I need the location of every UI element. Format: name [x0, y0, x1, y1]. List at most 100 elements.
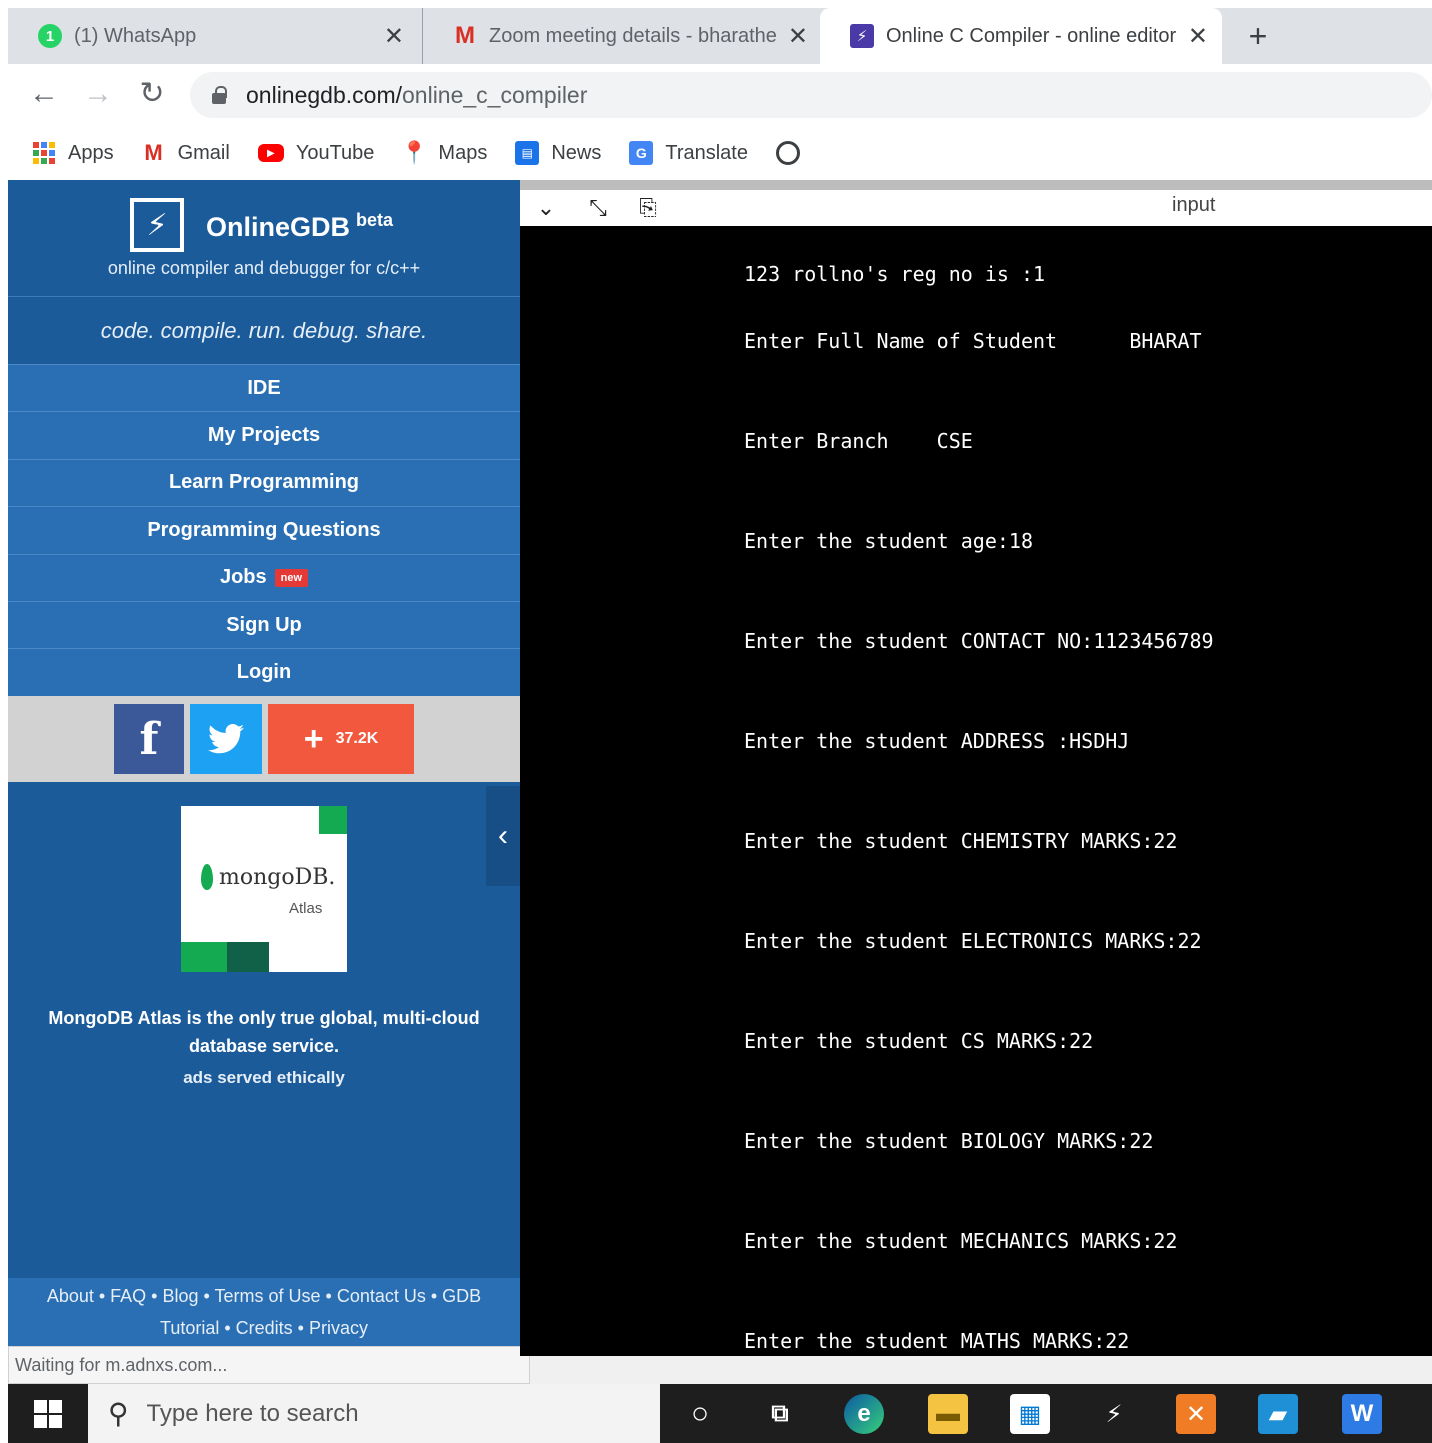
- console-line: Enter the student ADDRESS :HSDHJ: [744, 729, 1130, 753]
- bookmarks-bar: Apps M Gmail ▶ YouTube 📍 Maps ▤ News G T…: [8, 126, 1432, 180]
- address-bar[interactable]: onlinegdb.com/online_c_compiler: [190, 72, 1432, 118]
- sidebar-item-sign-up[interactable]: Sign Up: [8, 600, 520, 649]
- facebook-icon[interactable]: f: [114, 704, 184, 774]
- news-icon: ▤: [515, 141, 540, 165]
- sidebar-item-programming-questions[interactable]: Programming Questions: [8, 506, 520, 554]
- bookmark-apps[interactable]: Apps: [32, 141, 114, 165]
- taskbar-search-input[interactable]: ⚲ Type here to search: [88, 1384, 660, 1443]
- whatsapp-icon: 1: [38, 24, 62, 48]
- bookmark-gmail[interactable]: M Gmail: [142, 140, 230, 165]
- browser-status-bar: Waiting for m.adnxs.com...: [8, 1346, 530, 1384]
- app-icon[interactable]: ▰: [1258, 1394, 1298, 1434]
- brand-tagline: online compiler and debugger for c/c++: [107, 258, 421, 278]
- tab-gmail[interactable]: M Zoom meeting details - bharathe ✕: [422, 8, 822, 64]
- edge-icon[interactable]: e: [844, 1394, 884, 1434]
- bookmark-news[interactable]: ▤ News: [515, 141, 601, 165]
- back-arrow-icon[interactable]: ←: [26, 76, 62, 112]
- sidebar-item-login[interactable]: Login: [8, 648, 520, 696]
- youtube-icon: ▶: [257, 144, 284, 162]
- mongodb-logo: mongoDB.: [201, 864, 335, 890]
- tab-title: (1) WhatsApp: [74, 24, 197, 47]
- footer-line[interactable]: About • FAQ • Blog • Terms of Use • Cont…: [8, 1280, 520, 1312]
- social-share-row: f + 37.2K: [8, 696, 520, 782]
- bookmark-label: Gmail: [177, 141, 230, 164]
- console-bottom-bar: [530, 1356, 1432, 1384]
- console-line: Enter the student MATHS MARKS:22: [744, 1329, 1130, 1353]
- bookmark-label: Apps: [68, 141, 114, 164]
- sidebar-item-label: IDE: [247, 376, 281, 399]
- xampp-icon[interactable]: ✕: [1176, 1394, 1216, 1434]
- translate-icon: G: [629, 141, 654, 165]
- sidebar-menu: IDE My Projects Learn Programming Progra…: [8, 364, 520, 696]
- apps-grid-icon: [32, 141, 56, 165]
- ad-decoration: [319, 806, 347, 834]
- copy-icon[interactable]: ⎘: [634, 194, 662, 222]
- tab-onlinegdb[interactable]: ⚡ Online C Compiler - online editor ✕: [820, 8, 1222, 64]
- console-resize-bar[interactable]: [520, 180, 1432, 190]
- minimize-icon[interactable]: ⤡: [584, 194, 612, 222]
- mongodb-ad-image[interactable]: mongoDB. Atlas: [181, 806, 347, 972]
- sidebar-item-label: Learn Programming: [168, 471, 360, 494]
- close-icon[interactable]: ✕: [788, 22, 808, 51]
- store-icon[interactable]: ▦: [1010, 1394, 1050, 1434]
- lightning-app-icon[interactable]: ⚡: [1094, 1394, 1134, 1434]
- sidebar-item-my-projects[interactable]: My Projects: [8, 411, 520, 459]
- console-line: Enter Full Name of Student BHARAT: [744, 329, 1202, 353]
- console-line: Enter the student CHEMISTRY MARKS:22: [744, 829, 1178, 853]
- globe-icon: [775, 141, 800, 165]
- bookmark-label: Maps: [438, 141, 488, 164]
- reload-icon[interactable]: ↻: [134, 76, 170, 112]
- ad-text[interactable]: MongoDB Atlas is the only true global, m…: [38, 1004, 490, 1060]
- footer-line[interactable]: Tutorial • Credits • Privacy: [8, 1312, 520, 1344]
- cortana-icon[interactable]: ○: [680, 1394, 720, 1434]
- console-output[interactable]: 123 rollno's reg no is :1 Enter Full Nam…: [520, 226, 1432, 1356]
- ad-block: mongoDB. Atlas MongoDB Atlas is the only…: [8, 782, 520, 1278]
- tab-title: Zoom meeting details - bharathe: [489, 24, 777, 47]
- tab-whatsapp[interactable]: 1 (1) WhatsApp ✕: [8, 8, 418, 64]
- bookmark-youtube[interactable]: ▶ YouTube: [257, 141, 375, 165]
- brand-header[interactable]: ⚡ OnlineGDB beta online compiler and debu…: [8, 180, 520, 296]
- close-icon[interactable]: ✕: [1188, 22, 1208, 51]
- console-line: Enter the student CS MARKS:22: [744, 1029, 1094, 1053]
- task-view-icon[interactable]: ⧉: [760, 1394, 800, 1434]
- bookmark-label: YouTube: [295, 141, 375, 164]
- writer-icon[interactable]: W: [1342, 1394, 1382, 1434]
- motto: code. compile. run. debug. share.: [8, 296, 520, 364]
- new-tab-button[interactable]: +: [1240, 18, 1276, 54]
- forward-arrow-icon[interactable]: →: [80, 76, 116, 112]
- close-icon[interactable]: ✕: [384, 22, 404, 51]
- console-toolbar: ⌄ ⤡ ⎘ input: [520, 190, 1432, 226]
- console-line: 123 rollno's reg no is :1: [744, 262, 1046, 286]
- sidebar-item-label: Jobs: [219, 566, 267, 589]
- gmail-icon: M: [144, 140, 163, 165]
- console-line: Enter the student BIOLOGY MARKS:22: [744, 1129, 1154, 1153]
- ad-note[interactable]: ads served ethically: [8, 1068, 520, 1088]
- bookmark-globe[interactable]: [775, 141, 800, 165]
- plus-icon: +: [303, 719, 324, 758]
- twitter-icon[interactable]: [190, 704, 262, 774]
- ad-decoration: [181, 942, 227, 972]
- windows-taskbar: ⚲ Type here to search ○ ⧉ e ▬ ▦ ⚡ ✕ ▰ W: [8, 1384, 1432, 1443]
- windows-start-icon[interactable]: [8, 1384, 88, 1443]
- atlas-label: Atlas: [289, 900, 323, 917]
- sidebar-item-jobs[interactable]: Jobs new: [8, 553, 520, 601]
- bookmark-maps[interactable]: 📍 Maps: [401, 140, 488, 165]
- brand-name: OnlineGDB beta: [206, 210, 394, 242]
- sidebar: ⚡ OnlineGDB beta online compiler and debu…: [8, 180, 520, 1346]
- share-count: 37.2K: [335, 730, 379, 747]
- share-plus-button[interactable]: + 37.2K: [268, 704, 414, 774]
- console-line: Enter the student ELECTRONICS MARKS:22: [744, 929, 1202, 953]
- footer-links[interactable]: About • FAQ • Blog • Terms of Use • Cont…: [8, 1278, 520, 1346]
- leaf-icon: [201, 864, 213, 890]
- input-label[interactable]: input: [1172, 194, 1215, 217]
- lock-icon: [212, 86, 227, 104]
- sidebar-item-learn-programming[interactable]: Learn Programming: [8, 458, 520, 507]
- mongodb-logo-text: mongoDB.: [219, 864, 336, 890]
- sidebar-item-label: Login: [236, 661, 292, 684]
- collapse-sidebar-chevron-icon[interactable]: ‹: [486, 786, 520, 886]
- bookmark-translate[interactable]: G Translate: [629, 141, 748, 165]
- chevron-down-icon[interactable]: ⌄: [532, 194, 560, 222]
- sidebar-item-label: Programming Questions: [147, 518, 381, 541]
- sidebar-item-ide[interactable]: IDE: [8, 364, 520, 412]
- file-explorer-icon[interactable]: ▬: [928, 1394, 968, 1434]
